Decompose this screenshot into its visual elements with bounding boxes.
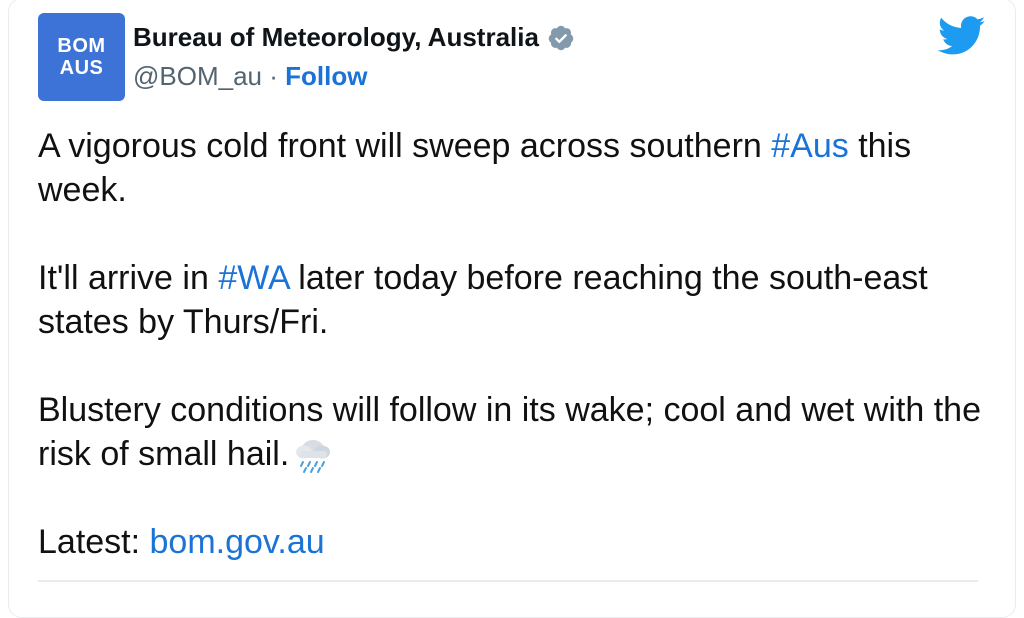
hashtag-aus[interactable]: #Aus — [771, 127, 849, 165]
tweet-text-segment: A vigorous cold front will sweep across … — [38, 127, 772, 165]
avatar-text-line1: BOM — [57, 35, 106, 57]
display-name[interactable]: Bureau of Meteorology, Australia — [133, 22, 539, 53]
tweet-paragraph-3: Blustery conditions will follow in its w… — [38, 388, 998, 476]
bom-website-link[interactable]: bom.gov.au — [150, 523, 325, 561]
tweet-text-segment: It'll arrive in — [38, 259, 219, 297]
twitter-bird-icon[interactable] — [938, 16, 986, 56]
tweet-paragraph-2: It'll arrive in #WA later today before r… — [38, 256, 998, 344]
verified-badge-icon — [548, 25, 574, 50]
follow-button[interactable]: Follow — [285, 61, 367, 91]
tweet-paragraph-1: A vigorous cold front will sweep across … — [38, 124, 998, 212]
divider — [38, 580, 978, 582]
tweet-body: A vigorous cold front will sweep across … — [38, 124, 998, 608]
separator: · — [262, 61, 286, 91]
hashtag-wa[interactable]: #WA — [218, 259, 289, 297]
handle[interactable]: @BOM_au — [133, 61, 262, 91]
latest-label: Latest: — [38, 523, 150, 561]
author-name-row: Bureau of Meteorology, Australia — [133, 22, 575, 53]
avatar-text-line2: AUS — [59, 57, 104, 79]
handle-row: @BOM_au · Follow — [133, 61, 367, 92]
tweet-text-segment: Blustery conditions will follow in its w… — [38, 391, 981, 473]
tweet-paragraph-4: Latest: bom.gov.au — [38, 520, 998, 564]
cloud-with-rain-icon — [296, 440, 331, 473]
avatar[interactable]: BOM AUS — [38, 13, 125, 101]
